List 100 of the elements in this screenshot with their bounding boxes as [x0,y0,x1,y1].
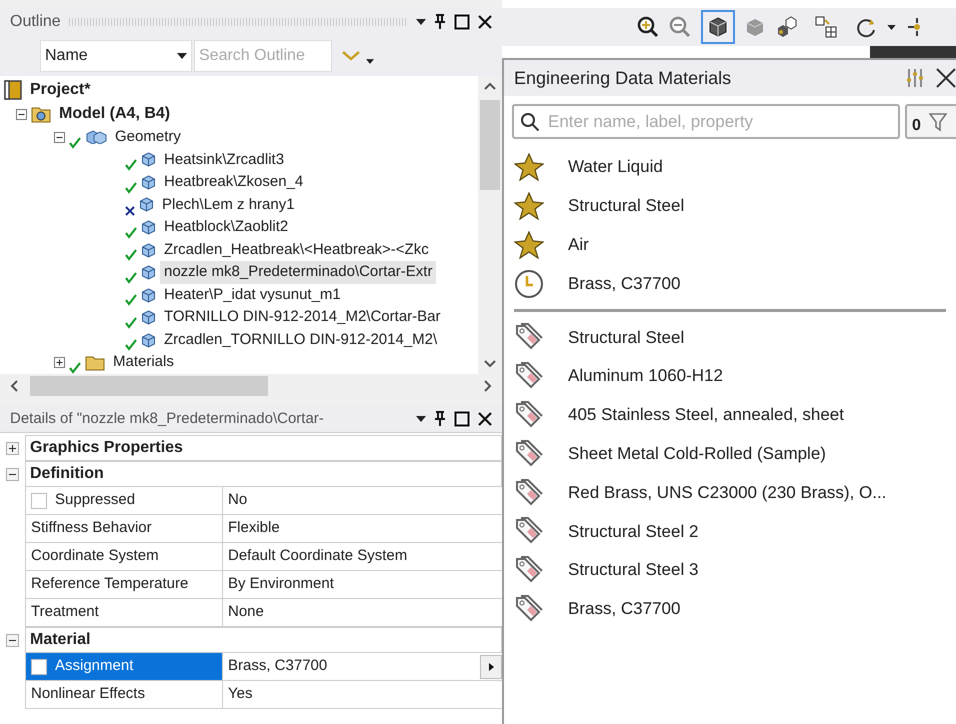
scroll-down-icon[interactable] [484,360,496,368]
collapse-icon[interactable] [54,132,65,143]
tree-item[interactable]: Materials [109,351,178,374]
group-header[interactable]: Definition [25,461,502,487]
property-cell[interactable]: Nonlinear Effects [26,681,223,708]
tag-icon [514,323,544,352]
tree-item[interactable]: Zrcadlen_TORNILLO DIN-912-2014_M2\ [160,328,442,352]
tree-item[interactable]: Heater\P_idat vysunut_m1 [160,284,345,306]
pin-icon[interactable] [434,14,446,30]
material-item[interactable]: 405 Stainless Steel, annealed, sheet [568,402,844,428]
cube-icon [708,17,728,37]
dropdown-caret-icon[interactable] [416,416,426,422]
tree-item[interactable]: Heatsink\Zrcadlit3 [160,148,288,172]
group-header[interactable]: Graphics Properties [25,435,502,461]
folder-icon [31,105,51,123]
collapse-icon[interactable] [16,108,27,120]
scroll-left-icon[interactable] [10,380,18,392]
dropdown-caret-icon[interactable] [416,19,426,25]
tree-item[interactable]: TORNILLO DIN-912-2014_M2\Cortar-Bar [160,306,444,329]
cube-icon [141,265,156,280]
expand-icon[interactable] [54,357,65,368]
checkbox[interactable] [31,492,47,508]
tag-icon [514,556,544,584]
material-item[interactable]: Brass, C37700 [568,270,680,296]
caret-icon[interactable] [177,53,187,59]
value-cell-text: Brass, C37700 [227,656,328,676]
close-icon[interactable] [478,15,492,29]
layout-icon[interactable] [815,16,837,38]
property-cell[interactable]: Coordinate System [26,543,223,570]
cube-icon [141,288,156,303]
cube-icon [141,242,156,258]
material-item[interactable]: Red Brass, UNS C23000 (230 Brass), O... [568,480,886,506]
value-cell-text: No [227,490,248,510]
tree-item[interactable]: Geometry [111,126,185,149]
search-field[interactable]: Enter name, label, property [512,104,900,139]
tag-icon [514,362,544,390]
scroll-right-icon[interactable] [484,380,492,392]
property-cell[interactable]: Stiffness Behavior [26,515,223,542]
tree-item[interactable]: Zrcadlen_Heatbreak\<Heatbreak>-<Zkc [160,238,433,262]
filter-button[interactable]: 0 [905,104,956,139]
caret-icon[interactable] [887,24,896,30]
filter-icon [928,112,947,132]
maximize-icon[interactable] [454,14,470,30]
collapse-icon[interactable] [6,468,19,480]
material-item[interactable]: Air [568,232,589,258]
material-item[interactable]: Water Liquid [568,154,663,180]
value-cell-text: None [227,602,265,622]
cube-view-button[interactable] [701,10,735,44]
rotate-icon[interactable] [855,16,877,38]
pin-icon[interactable] [434,411,446,427]
group-header[interactable]: Material [25,627,502,653]
property-cell[interactable]: Assignment [26,653,223,680]
sliders-icon[interactable] [906,68,924,88]
value-cell-text: Default Coordinate System [227,546,408,566]
tag-icon [514,440,544,468]
collapse-icon[interactable] [6,634,19,646]
tree-item[interactable]: Plech\Lem z hrany1 [158,194,299,216]
tag-icon [514,478,544,507]
property-label: Nonlinear Effects [31,684,145,704]
material-item[interactable]: Brass, C37700 [568,596,680,622]
tag-icon [514,517,544,546]
value-cell-text: Yes [227,684,254,704]
zoom-in-icon[interactable] [637,16,659,38]
close-icon[interactable] [936,68,956,88]
cube-icon [141,152,156,168]
scroll-up-icon[interactable] [484,82,496,90]
material-item[interactable]: Structural Steel [568,192,684,218]
tree-item[interactable]: nozzle mk8_Predeterminado\Cortar-Extr [160,261,436,284]
tree-item[interactable]: Heatbreak\Zkosen_4 [160,171,308,194]
dropdown-button[interactable] [480,654,502,678]
tree-item[interactable]: Heatblock\Zaoblit2 [160,216,292,239]
cube-icon [141,332,156,348]
checkbox[interactable] [31,658,47,674]
material-item[interactable]: Sheet Metal Cold-Rolled (Sample) [568,441,826,467]
maximize-icon[interactable] [454,411,470,427]
material-item[interactable]: Structural Steel 2 [568,518,698,544]
property-cell[interactable]: Suppressed [26,487,223,514]
close-icon[interactable] [478,412,492,426]
property-label: Suppressed [55,490,136,510]
move-icon[interactable] [906,16,920,38]
cube-icon [141,220,156,235]
tree-item[interactable]: Model (A4, B4) [55,102,174,126]
triangle-right-icon [488,662,494,670]
search-input[interactable]: Enter name, label, property [548,108,892,134]
zoom-out-icon[interactable] [669,16,691,38]
star-icon [514,152,544,180]
expand-icon[interactable] [6,442,19,454]
cubes-icon[interactable] [775,16,797,38]
search-icon [520,112,540,132]
sort-field-select[interactable]: Name [40,40,192,72]
property-cell[interactable]: Reference Temperature [26,571,223,598]
book-icon [4,80,22,100]
panel-title: Details of "nozzle mk8_Predeterminado\Cortar- [10,408,325,429]
material-item[interactable]: Aluminum 1060-H12 [568,363,723,389]
caret-icon[interactable] [366,58,374,64]
material-item[interactable]: Structural Steel [568,324,684,350]
property-cell[interactable]: Treatment [26,599,223,626]
tree-item[interactable]: Project* [26,78,94,102]
property-label: Assignment [55,656,134,676]
material-item[interactable]: Structural Steel 3 [568,557,698,583]
